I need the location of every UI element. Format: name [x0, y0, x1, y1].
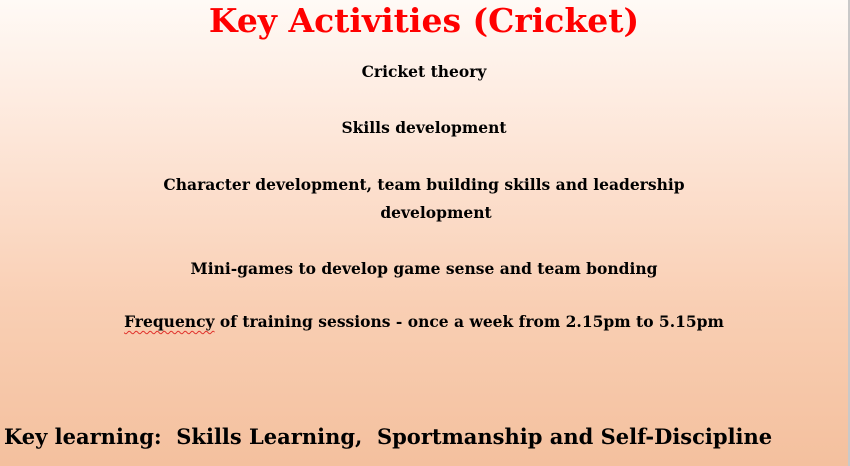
key-learning: Key learning: Skills Learning, Sportmans…: [4, 421, 848, 453]
activity-item-mini-games: Mini-games to develop game sense and tea…: [190, 259, 658, 278]
slide: Key Activities (Cricket) Cricket theory …: [0, 0, 850, 466]
spellcheck-flagged-word: Frequency: [124, 312, 215, 331]
activity-item-character-development: Character development, team building ski…: [163, 175, 685, 194]
activity-item-character-development-continued: development: [380, 203, 492, 222]
activity-item-cricket-theory: Cricket theory: [361, 62, 487, 81]
slide-title: Key Activities (Cricket): [208, 1, 640, 40]
activity-item-skills-development: Skills development: [341, 118, 507, 137]
activity-item-frequency: Frequency of training sessions - once a …: [0, 308, 848, 336]
key-learning-text: Skills Learning, Sportmanship and Self-D…: [161, 424, 773, 449]
key-learning-label: Key learning:: [4, 424, 162, 449]
frequency-details: of training sessions - once a week from …: [214, 312, 724, 331]
